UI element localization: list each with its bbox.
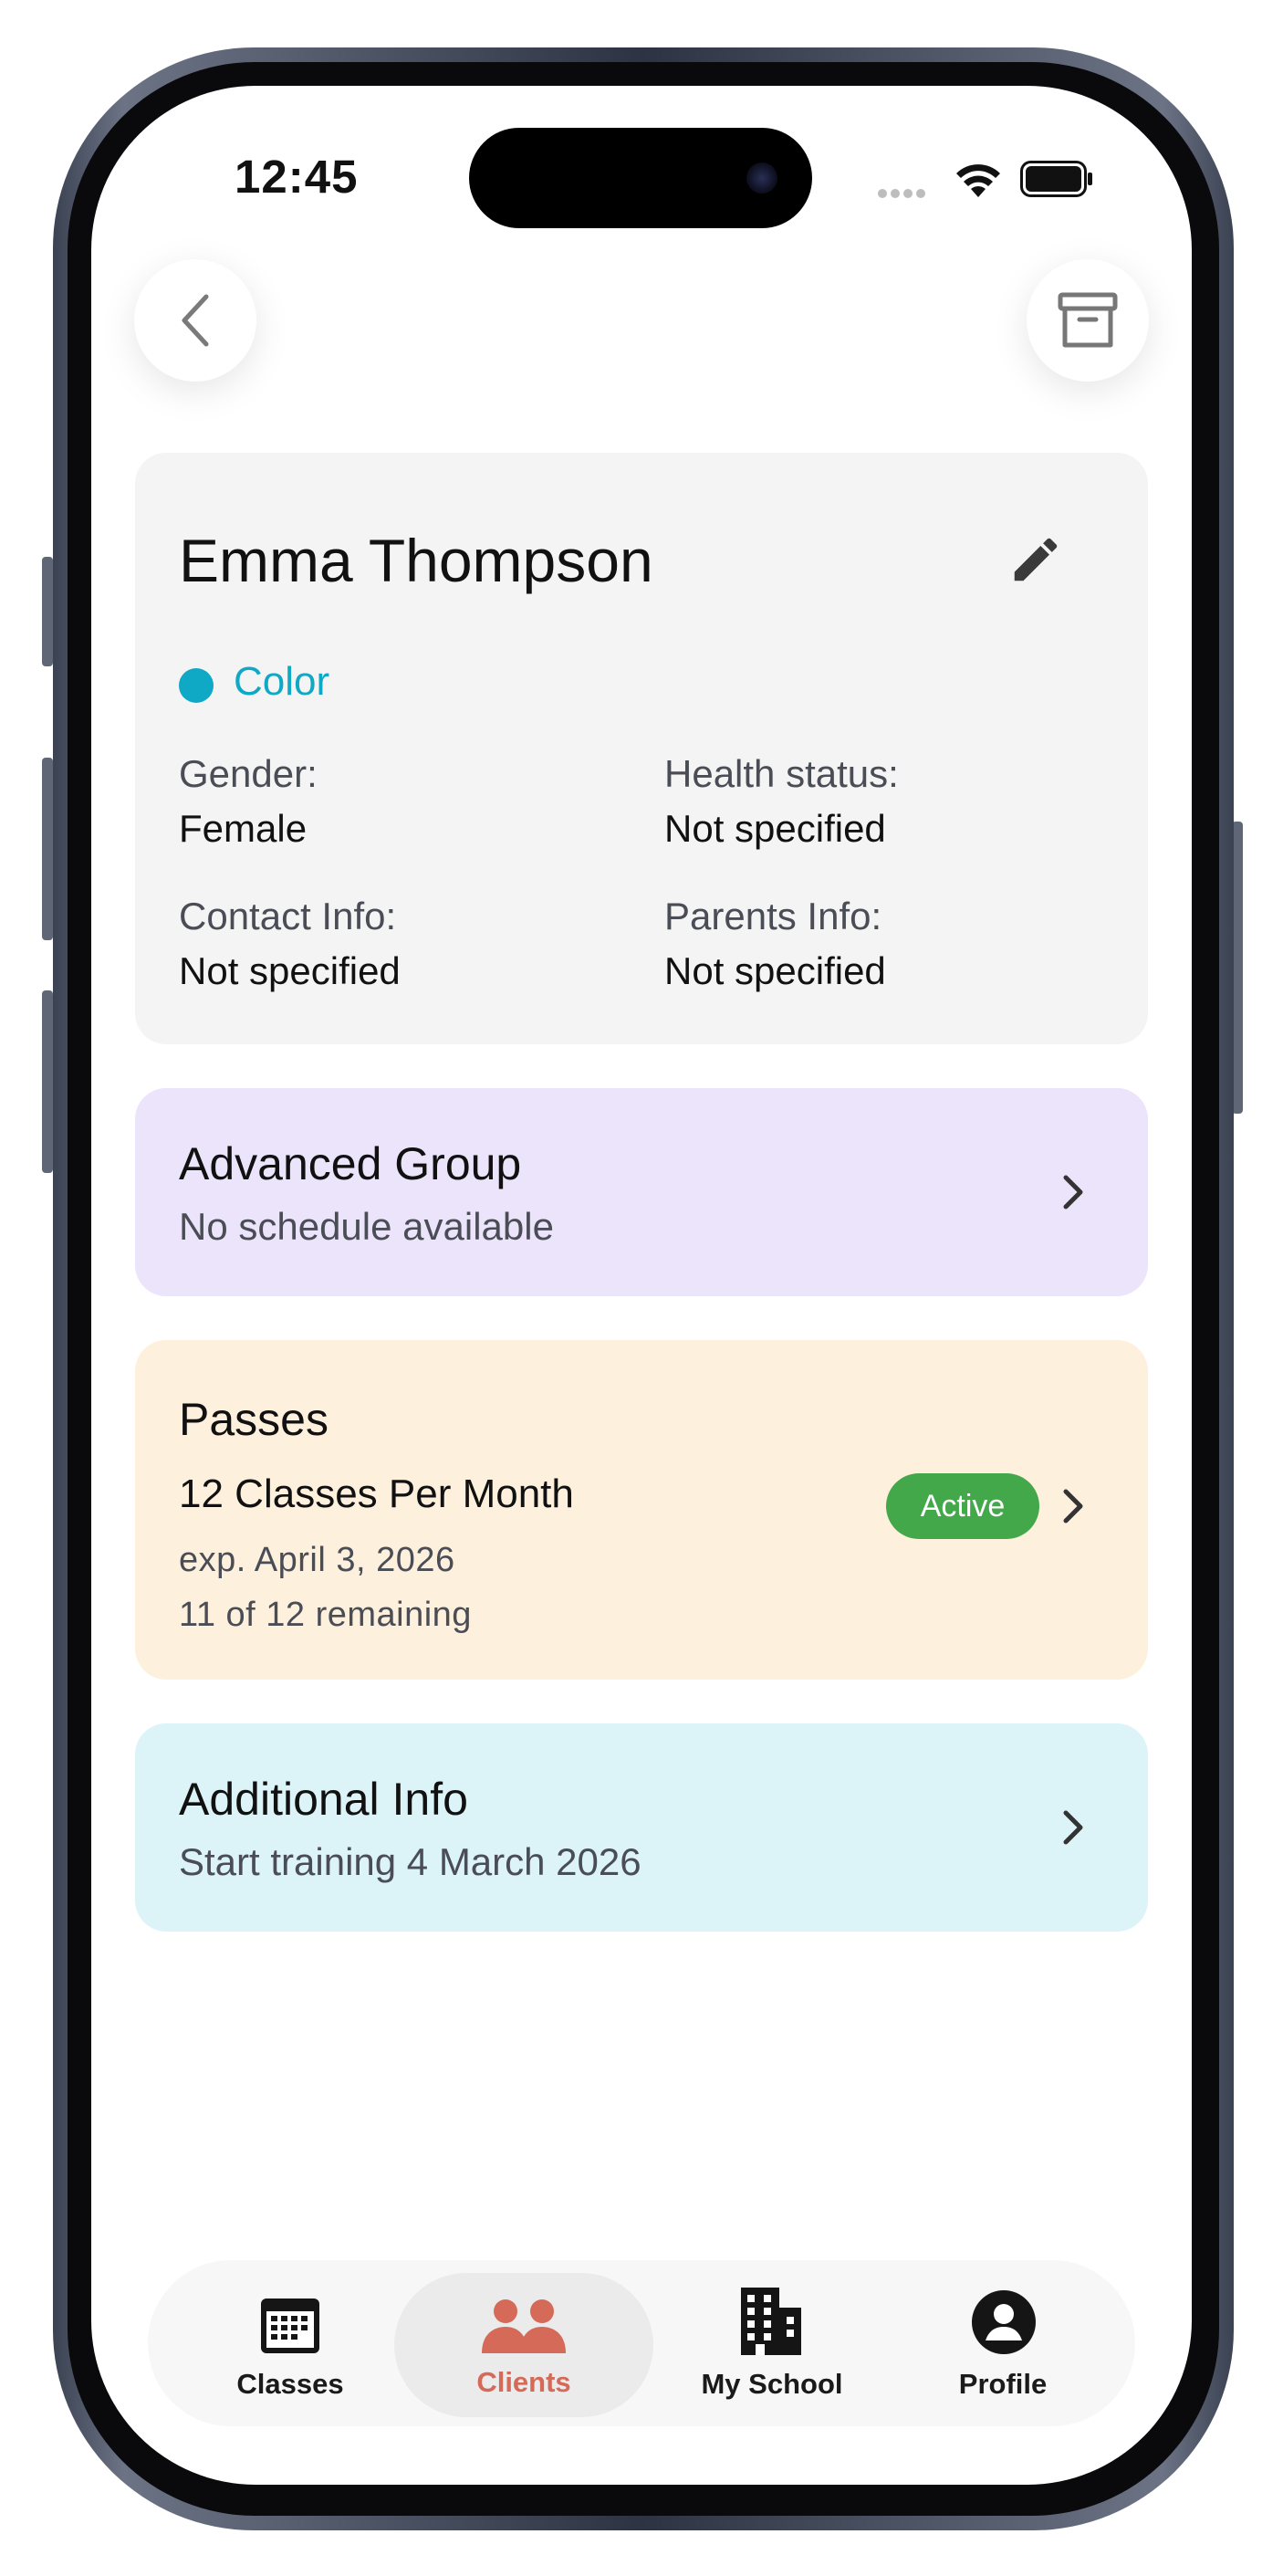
archive-icon bbox=[1058, 292, 1118, 348]
nav-label-profile: Profile bbox=[958, 2368, 1048, 2400]
chevron-right-icon bbox=[1063, 1810, 1083, 1845]
screen: 12:45 Emma Thompson Color Gender: Female… bbox=[91, 86, 1192, 2485]
chevron-left-icon bbox=[182, 294, 209, 347]
archive-button[interactable] bbox=[1027, 259, 1149, 382]
edit-button[interactable] bbox=[1007, 531, 1071, 595]
nav-item-classes[interactable]: Classes bbox=[190, 2273, 391, 2414]
building-icon bbox=[741, 2288, 801, 2355]
pass-item[interactable]: 12 Classes Per Month exp. April 3, 2026 … bbox=[135, 1459, 1148, 1650]
wifi-icon bbox=[956, 164, 1000, 197]
color-dot bbox=[179, 668, 214, 703]
nav-item-profile[interactable]: Profile bbox=[907, 2273, 1099, 2414]
additional-info-title: Additional Info bbox=[179, 1774, 468, 1825]
bottom-nav: Classes Clients My School Profile bbox=[148, 2260, 1135, 2426]
nav-item-clients[interactable]: Clients bbox=[394, 2273, 653, 2417]
additional-info-card[interactable]: Additional Info Start training 4 March 2… bbox=[135, 1723, 1148, 1932]
battery-icon bbox=[1020, 161, 1092, 197]
client-name: Emma Thompson bbox=[179, 527, 653, 594]
nav-label-clients: Clients bbox=[476, 2366, 571, 2398]
group-card[interactable]: Advanced Group No schedule available bbox=[135, 1088, 1148, 1296]
group-title: Advanced Group bbox=[179, 1138, 522, 1189]
calendar-icon bbox=[261, 2299, 319, 2353]
client-info-card: Emma Thompson Color Gender: Female Healt… bbox=[135, 453, 1148, 1044]
chevron-right-icon bbox=[1063, 1489, 1083, 1524]
passes-card: Passes 12 Classes Per Month exp. April 3… bbox=[135, 1340, 1148, 1680]
passes-title: Passes bbox=[179, 1394, 329, 1445]
nav-item-my-school[interactable]: My School bbox=[672, 2273, 872, 2414]
parents-info-value: Not specified bbox=[664, 949, 886, 992]
nav-label-classes: Classes bbox=[236, 2368, 344, 2400]
chevron-right-icon bbox=[1063, 1175, 1083, 1209]
people-icon bbox=[482, 2299, 566, 2353]
cellular-signal-icon bbox=[878, 186, 933, 198]
account-circle-icon bbox=[972, 2290, 1036, 2354]
group-schedule: No schedule available bbox=[179, 1205, 554, 1248]
pass-remaining: 11 of 12 remaining bbox=[179, 1596, 472, 1634]
contact-info-value: Not specified bbox=[179, 949, 401, 992]
gender-label: Gender: bbox=[179, 752, 318, 795]
additional-info-subtitle: Start training 4 March 2026 bbox=[179, 1840, 642, 1883]
status-badge: Active bbox=[886, 1473, 1039, 1539]
color-label[interactable]: Color bbox=[234, 659, 329, 705]
status-time: 12:45 bbox=[235, 151, 359, 203]
health-status-value: Not specified bbox=[664, 807, 886, 850]
back-button[interactable] bbox=[134, 259, 256, 382]
parents-info-label: Parents Info: bbox=[664, 895, 882, 937]
health-status-label: Health status: bbox=[664, 752, 899, 795]
contact-info-label: Contact Info: bbox=[179, 895, 397, 937]
pass-name: 12 Classes Per Month bbox=[179, 1471, 574, 1516]
dynamic-island bbox=[469, 128, 812, 228]
nav-label-my-school: My School bbox=[701, 2368, 843, 2400]
pencil-icon bbox=[1014, 538, 1058, 581]
gender-value: Female bbox=[179, 807, 308, 850]
pass-expiry: exp. April 3, 2026 bbox=[179, 1541, 455, 1579]
